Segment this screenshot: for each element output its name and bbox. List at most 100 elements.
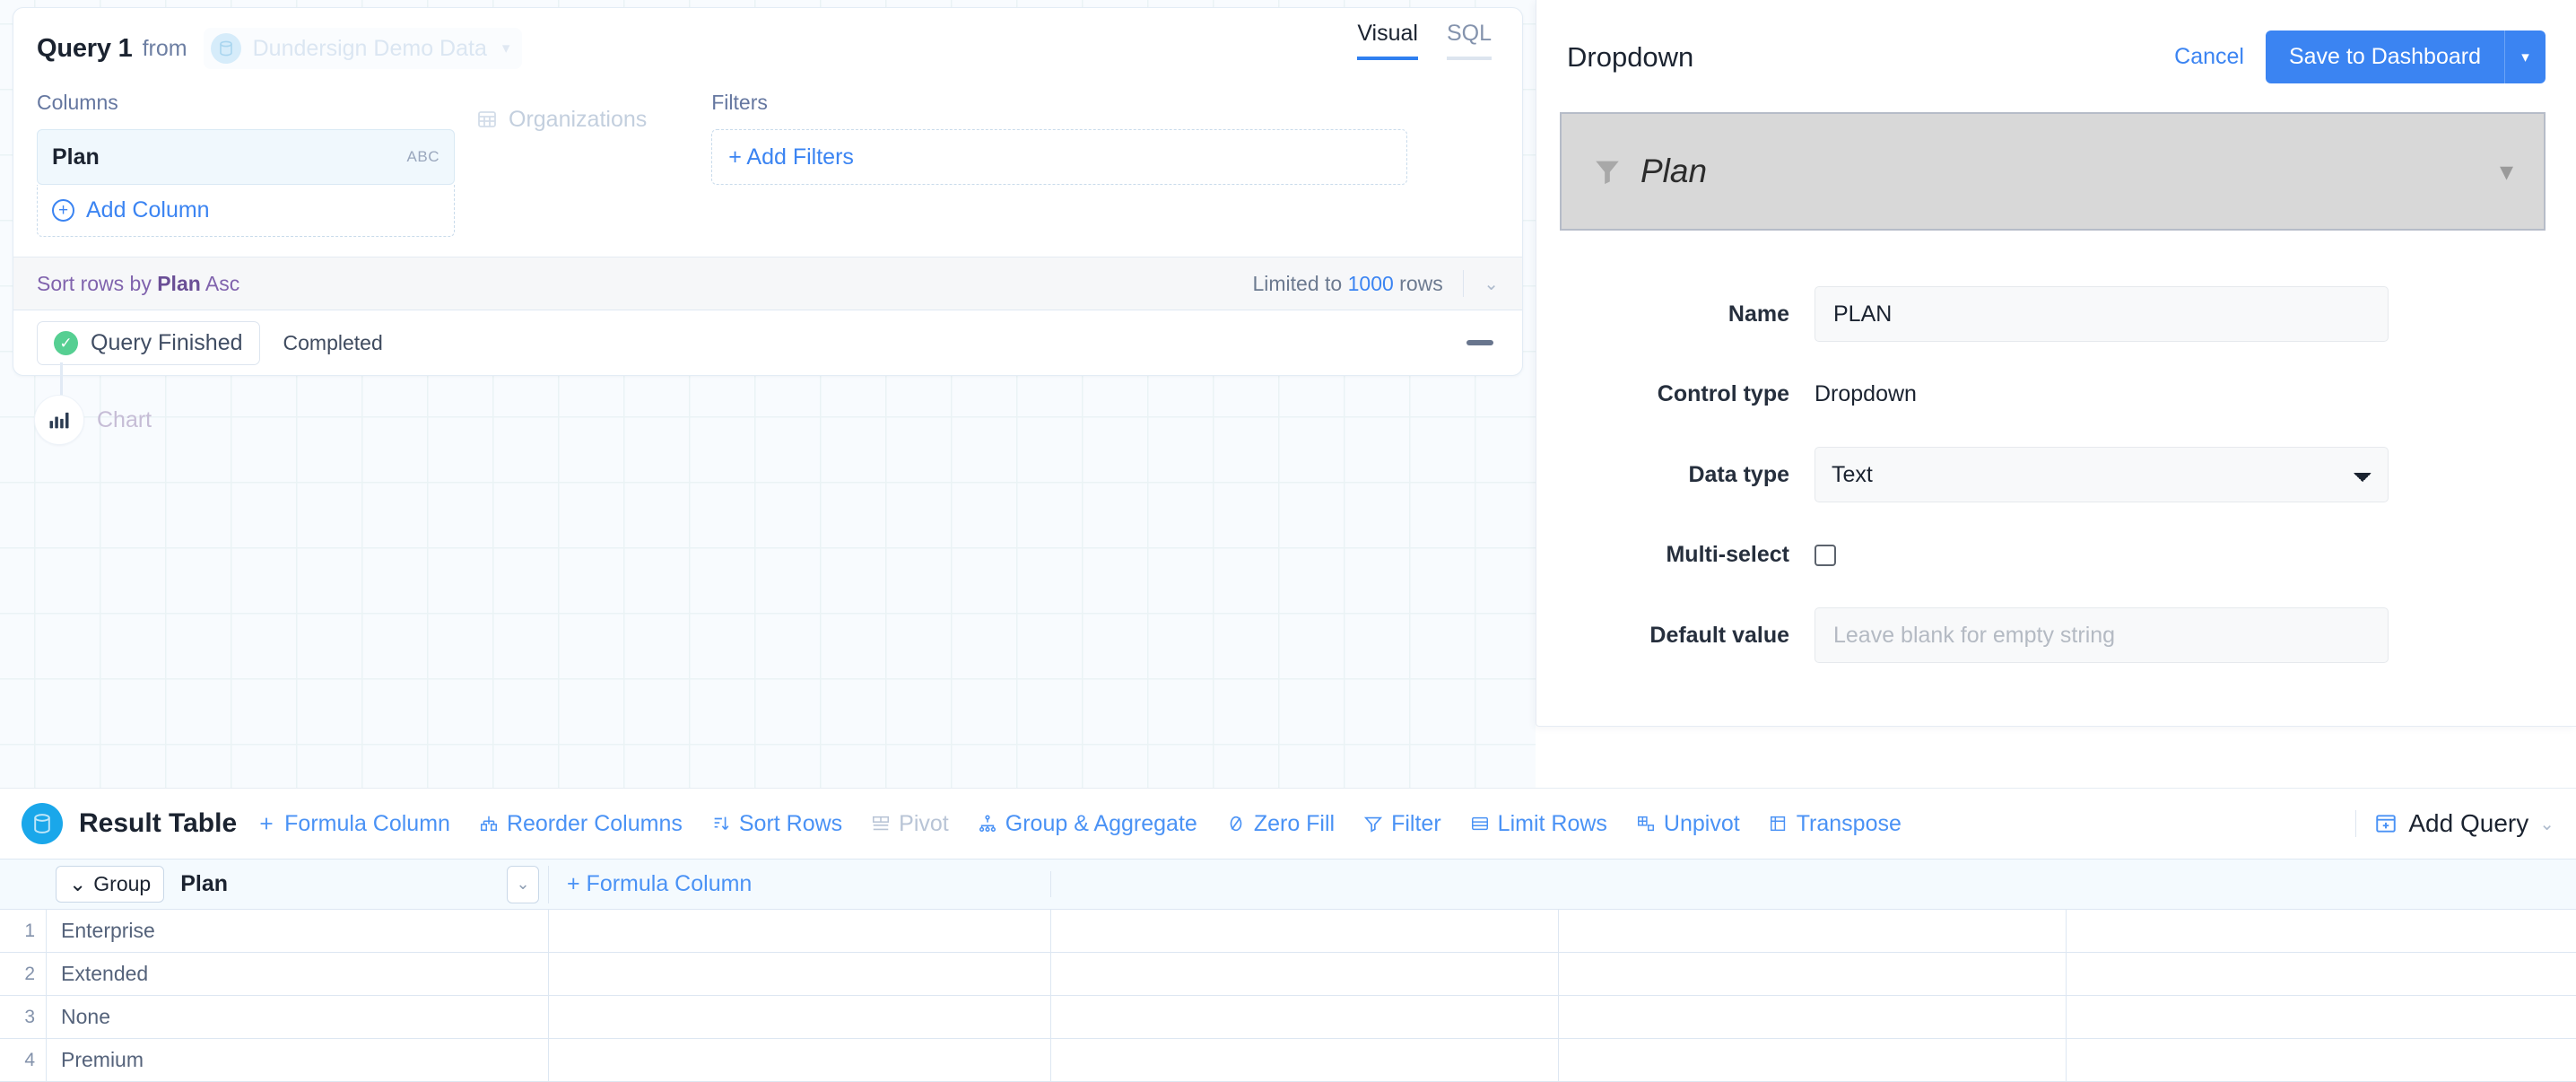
sort-direction: Asc (205, 271, 240, 295)
cell-empty[interactable] (2067, 996, 2576, 1038)
cell-empty[interactable] (1051, 1039, 1559, 1081)
cell-empty[interactable] (1051, 953, 1559, 995)
save-options-caret-icon[interactable]: ▾ (2504, 31, 2546, 83)
pivot-icon (871, 814, 891, 833)
query-card-header: Query 1 from Dundersign Demo Data ▾ Visu… (13, 8, 1522, 78)
table-row[interactable]: 3 None (0, 996, 2576, 1039)
cell-empty[interactable] (2067, 1039, 2576, 1081)
cell-empty[interactable] (1051, 910, 1559, 952)
data-source-selector[interactable]: Dundersign Demo Data ▾ (203, 28, 523, 69)
action-reorder-columns[interactable]: Reorder Columns (479, 811, 683, 837)
cell-empty[interactable] (1559, 910, 2067, 952)
multi-select-checkbox[interactable] (1815, 544, 1836, 566)
form-row-data-type: Data type Text (1560, 447, 2546, 502)
control-preview[interactable]: Plan ▾ (1560, 112, 2546, 231)
table-chip-organizations[interactable]: Organizations (476, 103, 647, 135)
chart-node[interactable]: Chart (34, 395, 152, 445)
tab-visual[interactable]: Visual (1357, 21, 1418, 60)
column-chip-plan[interactable]: Plan ABC (37, 129, 455, 185)
action-unpivot[interactable]: Unpivot (1636, 811, 1740, 837)
cell-empty[interactable] (549, 996, 1051, 1038)
action-label: Sort Rows (738, 810, 843, 836)
form-row-multi-select: Multi-select (1560, 542, 2546, 568)
limit-suffix: rows (1399, 271, 1443, 295)
query-status-note: Completed (283, 330, 383, 354)
column-chip-name: Plan (52, 144, 100, 170)
action-zero-fill[interactable]: Zero Fill (1226, 811, 1335, 837)
cell-plan[interactable]: Premium (47, 1039, 549, 1081)
reorder-icon (479, 814, 499, 833)
cancel-button[interactable]: Cancel (2174, 44, 2244, 70)
column-header-plan: ⌄ Group Plan ⌄ (47, 865, 549, 903)
tab-sql[interactable]: SQL (1446, 21, 1492, 60)
chart-node-label: Chart (97, 406, 152, 432)
action-group-aggregate[interactable]: Group & Aggregate (978, 811, 1197, 837)
add-filters-button[interactable]: + Add Filters (711, 129, 1408, 185)
cell-empty[interactable] (2067, 953, 2576, 995)
add-column-button[interactable]: + Add Column (37, 185, 455, 237)
vertical-divider (1462, 270, 1465, 297)
action-label: Filter (1391, 810, 1441, 836)
sort-icon (711, 814, 731, 833)
save-to-dashboard-button[interactable]: Save to Dashboard (2265, 31, 2504, 83)
column-menu-chevron-icon[interactable]: ⌄ (507, 865, 539, 903)
formula-column-header[interactable]: + Formula Column (549, 871, 1051, 897)
cell-empty[interactable] (549, 1039, 1051, 1081)
sortbar-chevron-down-icon[interactable]: ⌄ (1484, 273, 1499, 295)
cell-empty[interactable] (2067, 910, 2576, 952)
limit-rows-text: Limited to 1000 rows (1253, 272, 1443, 296)
result-table-toolbar: Result Table Formula Column Reorder Colu… (0, 789, 2576, 859)
columns-section: Columns Plan ABC + Add Column (37, 91, 455, 237)
data-type-select[interactable]: Text (1815, 447, 2389, 502)
preview-chevron-down-icon: ▾ (2499, 156, 2513, 187)
add-query-button[interactable]: Add Query ⌄ (2374, 809, 2554, 838)
cell-empty[interactable] (549, 953, 1051, 995)
query-status-bar: ✓ Query Finished Completed (13, 310, 1522, 375)
cell-empty[interactable] (1559, 996, 2067, 1038)
cell-empty[interactable] (1051, 996, 1559, 1038)
action-transpose[interactable]: Transpose (1769, 811, 1902, 837)
action-label: Unpivot (1663, 810, 1740, 836)
query-canvas[interactable]: Query 1 from Dundersign Demo Data ▾ Visu… (0, 0, 1536, 788)
default-value-field[interactable] (1815, 607, 2389, 663)
cell-empty[interactable] (1559, 953, 2067, 995)
add-query-chevron-down-icon[interactable]: ⌄ (2539, 813, 2554, 835)
dropdown-config-panel: Dropdown Cancel Save to Dashboard ▾ Plan… (1536, 0, 2576, 727)
action-formula-column[interactable]: Formula Column (257, 811, 450, 837)
collapse-card-button[interactable] (1466, 340, 1493, 345)
cell-plan[interactable]: None (47, 996, 549, 1038)
query-from-label: from (142, 35, 187, 61)
form-row-control-type: Control type Dropdown (1560, 381, 2546, 407)
add-formula-column-button[interactable]: + Formula Column (549, 871, 1050, 897)
row-index: 3 (0, 996, 47, 1038)
sort-rows-bar[interactable]: Sort rows by Plan Asc Limited to 1000 ro… (13, 257, 1522, 310)
result-table-logo-icon (22, 803, 63, 844)
cell-empty[interactable] (549, 910, 1051, 952)
add-formula-column-label: + Formula Column (567, 871, 753, 896)
cell-plan[interactable]: Enterprise (47, 910, 549, 952)
action-label: Transpose (1796, 810, 1902, 836)
control-type-label: Control type (1657, 381, 1789, 406)
query-mode-tabs: Visual SQL (1357, 21, 1492, 60)
data-type-label: Data type (1688, 461, 1789, 487)
query-card-body: Columns Plan ABC + Add Column Organizati… (13, 78, 1522, 257)
columns-label: Columns (37, 91, 118, 114)
add-query-icon (2374, 812, 2398, 835)
action-sort-rows[interactable]: Sort Rows (711, 811, 842, 837)
cell-plan[interactable]: Extended (47, 953, 549, 995)
group-button[interactable]: ⌄ Group (56, 866, 165, 903)
action-limit-rows[interactable]: Limit Rows (1470, 811, 1607, 837)
cell-empty[interactable] (1559, 1039, 2067, 1081)
plus-circle-icon: + (52, 199, 74, 222)
table-row[interactable]: 2 Extended (0, 953, 2576, 996)
bar-chart-icon (34, 395, 84, 445)
table-row[interactable]: 1 Enterprise (0, 910, 2576, 953)
query-status-pill[interactable]: ✓ Query Finished (37, 320, 260, 365)
action-filter[interactable]: Filter (1363, 811, 1441, 837)
action-label: Zero Fill (1253, 810, 1336, 836)
action-label: Group & Aggregate (1005, 810, 1197, 836)
sort-bar-right: Limited to 1000 rows ⌄ (1253, 270, 1499, 297)
name-field[interactable] (1815, 286, 2389, 342)
table-row[interactable]: 4 Premium (0, 1039, 2576, 1082)
data-source-name: Dundersign Demo Data (252, 35, 487, 61)
